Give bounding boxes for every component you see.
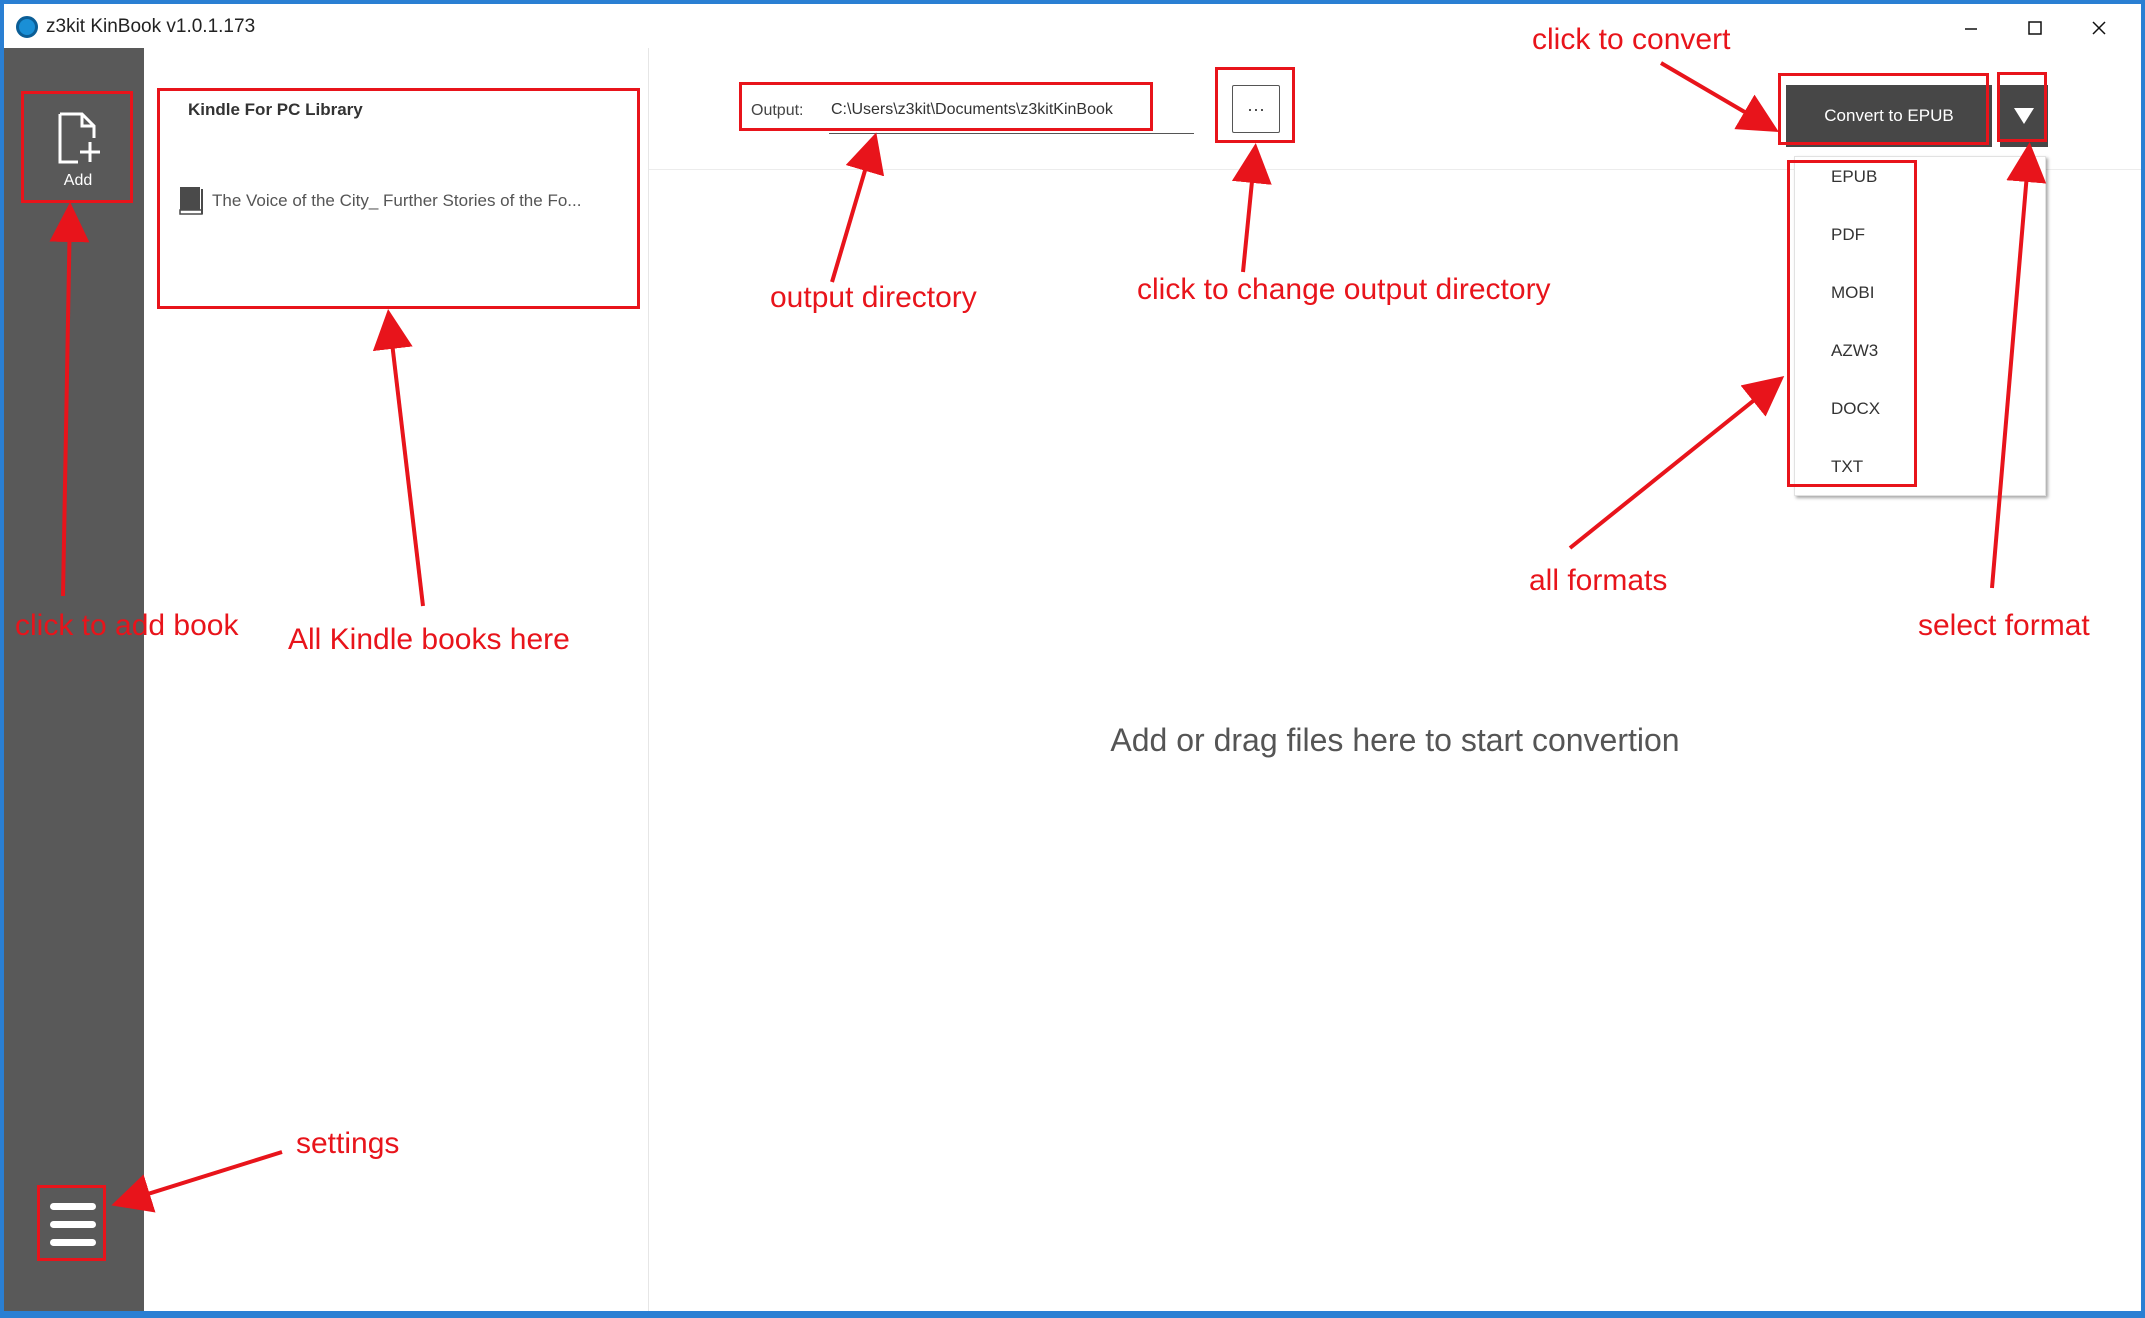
window-title: z3kit KinBook v1.0.1.173 bbox=[46, 16, 256, 37]
output-path-field[interactable]: C:\Users\z3kit\Documents\z3kitKinBook bbox=[831, 101, 1113, 119]
drop-hint: Add or drag files here to start converti… bbox=[1110, 722, 1680, 758]
maximize-icon bbox=[2028, 21, 2042, 35]
add-book-button[interactable]: Add bbox=[24, 98, 132, 204]
title-bar: z3kit KinBook v1.0.1.173 bbox=[4, 4, 2141, 49]
minimize-icon bbox=[1965, 28, 1977, 30]
maximize-button[interactable] bbox=[2003, 10, 2067, 46]
settings-button[interactable] bbox=[40, 1188, 106, 1262]
format-option-mobi[interactable]: MOBI bbox=[1831, 283, 1874, 303]
app-window: z3kit KinBook v1.0.1.173 Add Kindle For … bbox=[4, 4, 2141, 1311]
app-logo-icon bbox=[16, 16, 38, 38]
format-option-azw3[interactable]: AZW3 bbox=[1831, 341, 1878, 361]
output-path-underline bbox=[829, 133, 1194, 134]
book-title: The Voice of the City_ Further Stories o… bbox=[212, 191, 582, 210]
format-dropdown-button[interactable] bbox=[2000, 85, 2048, 147]
library-title: Kindle For PC Library bbox=[188, 100, 363, 119]
add-label: Add bbox=[63, 172, 93, 189]
library-panel: Kindle For PC Library The Voice of the C… bbox=[144, 48, 649, 1311]
convert-button[interactable]: Convert to EPUB bbox=[1786, 85, 1992, 147]
add-file-icon bbox=[58, 112, 100, 164]
output-label: Output: bbox=[751, 102, 804, 119]
sidebar: Add bbox=[4, 48, 144, 1311]
hamburger-menu-icon bbox=[50, 1203, 96, 1246]
list-item[interactable]: The Voice of the City_ Further Stories o… bbox=[178, 184, 628, 218]
close-button[interactable] bbox=[2067, 10, 2131, 46]
book-icon bbox=[179, 187, 203, 215]
format-option-epub[interactable]: EPUB bbox=[1831, 167, 1877, 187]
format-option-pdf[interactable]: PDF bbox=[1831, 225, 1865, 245]
format-option-txt[interactable]: TXT bbox=[1831, 457, 1863, 477]
browse-output-button[interactable]: ··· bbox=[1232, 85, 1280, 133]
format-menu: EPUB PDF MOBI AZW3 DOCX TXT bbox=[1794, 156, 2046, 496]
minimize-button[interactable] bbox=[1939, 10, 2003, 46]
triangle-down-icon bbox=[2014, 108, 2034, 124]
close-icon bbox=[2092, 21, 2106, 35]
main-area: Output: C:\Users\z3kit\Documents\z3kitKi… bbox=[649, 48, 2141, 1311]
format-option-docx[interactable]: DOCX bbox=[1831, 399, 1880, 419]
